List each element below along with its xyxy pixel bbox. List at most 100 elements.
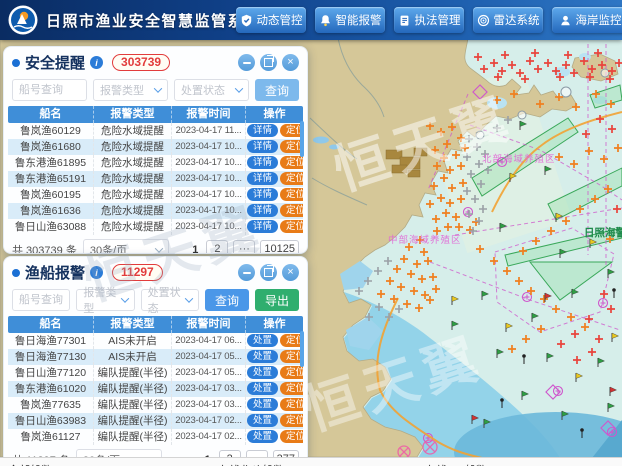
- minimize-button[interactable]: [238, 54, 255, 71]
- locate-button[interactable]: 定位: [280, 430, 303, 443]
- detail-button[interactable]: 详情: [247, 188, 278, 201]
- handle-button[interactable]: 处置: [247, 366, 278, 379]
- query-button[interactable]: 查询: [255, 79, 299, 101]
- col-type: 报警类型: [94, 316, 172, 333]
- handle-button[interactable]: 处置: [247, 350, 278, 363]
- detail-button[interactable]: 详情: [247, 140, 278, 153]
- nav-item-dynamic-control[interactable]: 动态管控: [236, 7, 306, 33]
- scrollbar[interactable]: [300, 331, 304, 367]
- nav-item-coast-monitor[interactable]: 海岸监控: [552, 7, 622, 33]
- table-row[interactable]: 鲁东港渔61020 编队提醒(半径) 2023-04-17 03... 处置定位: [8, 381, 303, 397]
- table-row[interactable]: 鲁日海渔77130 AIS未开启 2023-04-17 05... 处置定位: [8, 349, 303, 365]
- alarm-time: 2023-04-17 03...: [172, 397, 246, 413]
- locate-button[interactable]: 定位: [280, 156, 303, 169]
- locate-button[interactable]: 定位: [280, 204, 303, 217]
- alarm-type: 危险水域提醒: [94, 155, 172, 171]
- ship-name: 鲁东港渔61895: [8, 155, 94, 171]
- filter-row: 报警类型 处置状态 查询: [4, 75, 307, 104]
- window-controls: ×: [238, 264, 299, 281]
- table-row[interactable]: 鲁岚渔61636 危险水域提醒 2023-04-17 10... 详情定位: [8, 203, 303, 219]
- handle-status-select[interactable]: 处置状态: [141, 289, 199, 311]
- scrollbar[interactable]: [300, 121, 304, 157]
- ship-name: 鲁岚渔60129: [8, 123, 94, 139]
- handle-button[interactable]: 处置: [247, 414, 278, 427]
- chevron-down-icon: [120, 294, 128, 302]
- col-time: 报警时间: [172, 316, 246, 333]
- query-button[interactable]: 查询: [205, 289, 249, 311]
- table-row[interactable]: 鲁日海渔77301 AIS未开启 2023-04-17 06... 处置定位: [8, 333, 303, 349]
- alarm-type: AIS未开启: [94, 349, 172, 365]
- close-button[interactable]: ×: [282, 54, 299, 71]
- table-row[interactable]: 鲁岚渔77635 编队提醒(半径) 2023-04-17 03... 处置定位: [8, 397, 303, 413]
- alarm-type-select[interactable]: 报警类型: [76, 289, 134, 311]
- title-dot: [12, 269, 20, 277]
- detail-button[interactable]: 详情: [247, 124, 278, 137]
- ship-name: 鲁东港渔61020: [8, 381, 94, 397]
- ship-number-input[interactable]: [12, 79, 87, 101]
- nav-item-smart-alarm[interactable]: 智能报警: [315, 7, 385, 33]
- ship-number-input[interactable]: [12, 289, 70, 311]
- table-row[interactable]: 鲁岚渔60129 危险水域提醒 2023-04-17 11... 详情定位: [8, 123, 303, 139]
- locate-button[interactable]: 定位: [280, 398, 303, 411]
- locate-button[interactable]: 定位: [280, 366, 303, 379]
- locate-button[interactable]: 定位: [280, 382, 303, 395]
- export-button[interactable]: 导出: [255, 289, 299, 311]
- chevron-down-icon: [155, 244, 163, 252]
- minimize-button[interactable]: [238, 264, 255, 281]
- last-page-button[interactable]: 10125: [260, 240, 299, 254]
- close-button[interactable]: ×: [282, 264, 299, 281]
- table-row[interactable]: 鲁日山渔77120 编队提醒(半径) 2023-04-17 05... 处置定位: [8, 365, 303, 381]
- alarm-type: 危险水域提醒: [94, 139, 172, 155]
- coast-guard-label: 日照海警: [584, 226, 622, 239]
- locate-button[interactable]: 定位: [280, 220, 303, 233]
- table-row[interactable]: 鲁岚渔60195 危险水域提醒 2023-04-17 10... 详情定位: [8, 187, 303, 203]
- handle-status-select[interactable]: 处置状态: [174, 79, 249, 101]
- table-row[interactable]: 鲁日山渔63983 编队提醒(半径) 2023-04-17 02... 处置定位: [8, 413, 303, 429]
- chevron-down-icon: [235, 84, 243, 92]
- table-row[interactable]: 鲁日山渔63088 危险水域提醒 2023-04-17 10... 详情定位: [8, 219, 303, 235]
- table-row[interactable]: 鲁东港渔65191 危险水域提醒 2023-04-17 10... 详情定位: [8, 171, 303, 187]
- table-row[interactable]: 鲁岚渔61127 编队提醒(半径) 2023-04-17 02... 处置定位: [8, 429, 303, 445]
- detail-button[interactable]: 详情: [247, 220, 278, 233]
- detail-button[interactable]: 详情: [247, 204, 278, 217]
- col-ship: 船名: [8, 316, 94, 333]
- handle-button[interactable]: 处置: [247, 398, 278, 411]
- nav-item-law-enforcement[interactable]: 执法管理: [394, 7, 464, 33]
- alarm-type: 危险水域提醒: [94, 123, 172, 139]
- alarm-time: 2023-04-17 10...: [172, 171, 246, 187]
- table-row[interactable]: 鲁东港渔61895 危险水域提醒 2023-04-17 10... 详情定位: [8, 155, 303, 171]
- page-size-select[interactable]: 30条/页: [83, 239, 169, 254]
- handle-button[interactable]: 处置: [247, 430, 278, 443]
- page-ellipsis-button[interactable]: ···: [233, 240, 255, 254]
- detail-button[interactable]: 详情: [247, 156, 278, 169]
- page-2-button[interactable]: 2: [206, 240, 228, 254]
- alarm-type-select[interactable]: 报警类型: [93, 79, 168, 101]
- radar-icon: [477, 14, 490, 27]
- select-placeholder: 报警类型: [100, 82, 144, 98]
- chevron-down-icon: [154, 84, 162, 92]
- handle-button[interactable]: 处置: [247, 334, 278, 347]
- handle-button[interactable]: 处置: [247, 382, 278, 395]
- chevron-down-icon: [185, 294, 193, 302]
- locate-button[interactable]: 定位: [280, 188, 303, 201]
- alarm-type: 编队提醒(半径): [94, 381, 172, 397]
- locate-button[interactable]: 定位: [280, 414, 303, 427]
- alarm-type: 编队提醒(半径): [94, 365, 172, 381]
- ship-name: 鲁日山渔63088: [8, 219, 94, 235]
- alarm-type: 编队提醒(半径): [94, 397, 172, 413]
- restore-button[interactable]: [260, 54, 277, 71]
- current-page[interactable]: 1: [189, 244, 201, 254]
- locate-button[interactable]: 定位: [280, 172, 303, 185]
- info-icon[interactable]: i: [90, 266, 103, 279]
- detail-button[interactable]: 详情: [247, 172, 278, 185]
- count-badge: 303739: [112, 54, 170, 71]
- alarm-type: 编队提醒(半径): [94, 413, 172, 429]
- main-menu: 动态管控 智能报警 执法管理: [236, 7, 622, 33]
- safety-reminder-panel: 安全提醒 i 303739 × 报警类型 处置状态 查询 船名 报警类型: [3, 46, 308, 254]
- table-row[interactable]: 鲁岚渔61680 危险水域提醒 2023-04-17 10... 详情定位: [8, 139, 303, 155]
- app-window: 北部海域养殖区 中部海域养殖区 日照海警 日照市渔业安全智慧监管系统 动态管控: [0, 0, 622, 466]
- info-icon[interactable]: i: [90, 56, 103, 69]
- row-actions: 处置定位: [246, 333, 303, 349]
- restore-button[interactable]: [260, 264, 277, 281]
- nav-item-radar-system[interactable]: 雷达系统: [473, 7, 543, 33]
